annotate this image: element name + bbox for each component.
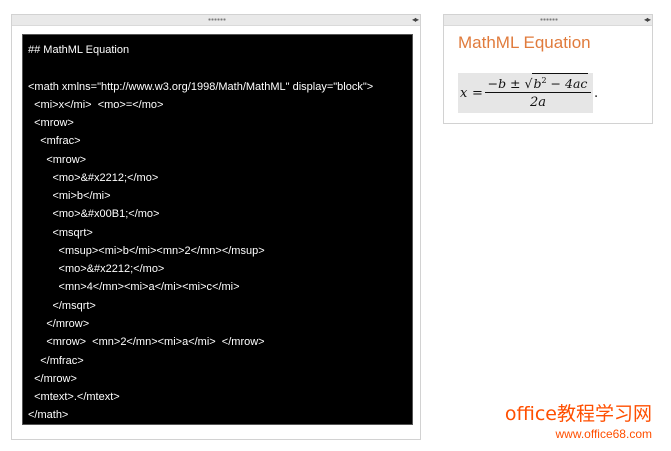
formula-fraction: −b ± √b2 − 4ac 2a [485,73,591,112]
code-line: <mfrac> [28,135,81,148]
site-watermark: office教程学习网 www.office68.com [505,403,652,442]
sqrt-radical-icon: √ [524,76,533,91]
code-line: <msqrt> [28,226,93,239]
code-line: </mrow> [28,317,90,330]
code-line: <mrow> [28,153,87,166]
preview-title: MathML Equation [458,33,591,52]
code-line: <mi>x</mi> <mo>=</mo> [28,98,164,111]
formula-lhs: x [460,86,468,101]
code-line: <mn>4</mn><mi>a</mi><mi>c</mi> [28,281,240,294]
code-line: <mrow> <mn>2</mn><mi>a</mi> </mrow> [28,336,265,349]
code-line: <mo>&#x00B1;</mo> [28,208,160,221]
formula-denominator: 2a [529,95,547,110]
pane-toolbar: ◂▸ [444,15,652,26]
code-editor[interactable]: ## MathML Equation <math xmlns="http://ww… [22,34,413,425]
preview-pane: ◂▸ MathML Equation x = −b ± √b2 − 4ac 2a… [443,14,653,124]
code-line: <mo>&#x2212;</mo> [28,171,159,184]
code-line: ## MathML Equation [28,44,130,56]
expand-arrows-icon[interactable]: ◂▸ [644,15,651,25]
formula-period: . [594,86,599,101]
watermark-url: www.office68.com [555,427,653,441]
pane-toolbar: ◂▸ [12,15,420,26]
formula-sqrt: b2 − 4ac [532,73,589,91]
code-line: </math> [28,409,69,422]
code-line: <mi>b</mi> [28,190,111,203]
rendered-formula: x = −b ± √b2 − 4ac 2a . [458,73,598,113]
sqrt-rest: − 4ac [546,76,588,91]
code-line: <mtext>.</mtext> [28,391,120,404]
formula-numerator: −b ± √b2 − 4ac [485,73,591,93]
code-line: </mfrac> [28,354,84,367]
watermark-title: office教程学习网 [504,403,652,425]
code-line: </mrow> [28,372,77,385]
code-line: <mrow> [28,117,74,130]
code-line: <math xmlns="http://www.w3.org/1998/Math… [28,80,374,93]
numerator-prefix: −b ± [487,76,525,91]
code-line: </msqrt> [28,299,96,312]
resize-grip-icon[interactable] [540,18,558,21]
expand-arrows-icon[interactable]: ◂▸ [412,15,419,25]
code-line: <mo>&#x2212;</mo> [28,263,165,276]
markdown-editor-pane: ◂▸ ## MathML Equation <math xmlns="http:/… [11,14,421,440]
resize-grip-icon[interactable] [208,18,226,21]
code-line: <msup><mi>b</mi><mn>2</mn></msup> [28,244,265,257]
formula-equals: = [472,86,483,101]
